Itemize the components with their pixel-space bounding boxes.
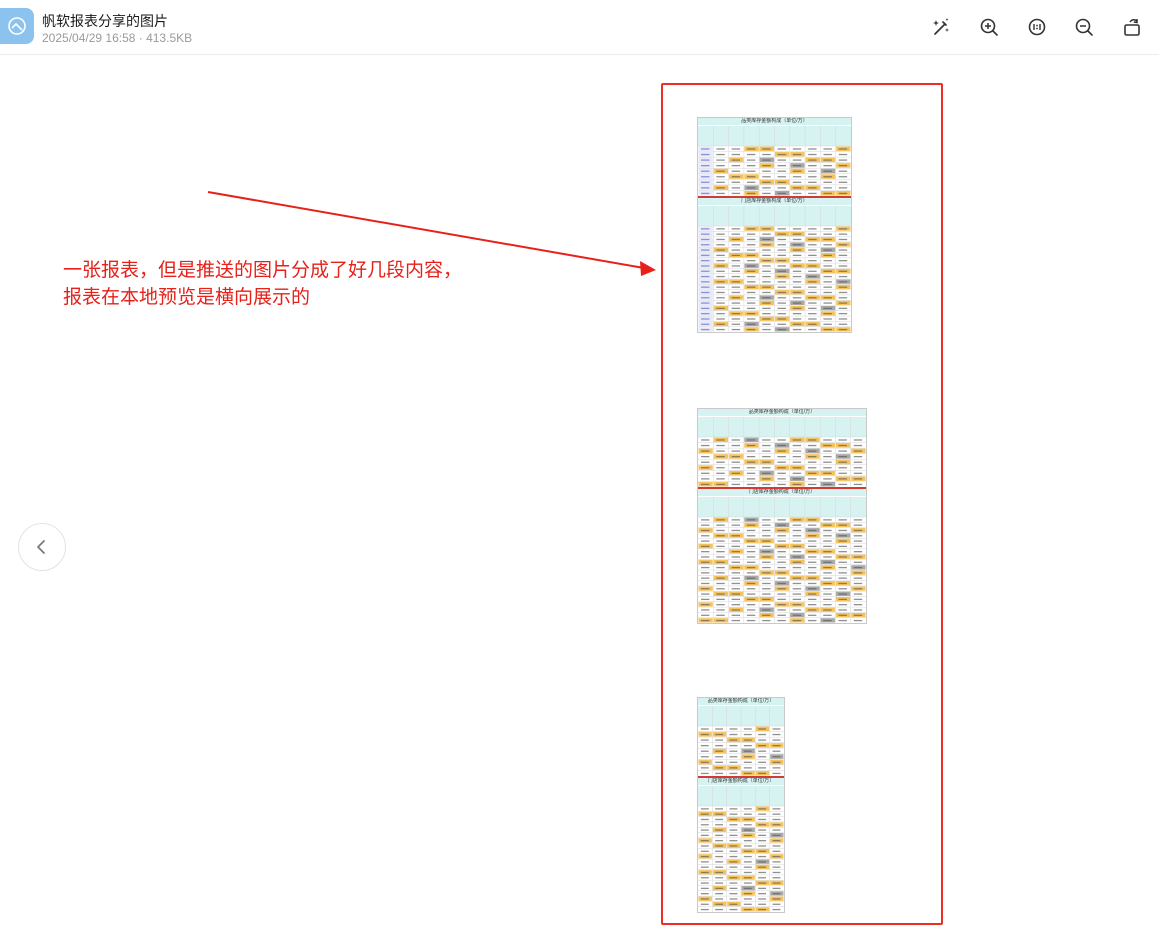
segment-3-table — [698, 706, 784, 912]
segment-2-title-bottom: 门店库存金额构成（单位/万） — [698, 489, 866, 496]
segment-3-title-bottom: 门店库存金额构成（单位/万） — [698, 778, 784, 785]
report-segment-3: 品类库存金额构成（单位/万） 门店库存金额构成（单位/万） — [697, 697, 785, 913]
segment-2-table — [698, 417, 866, 623]
segment-1-title-bottom: 门店库存金额构成（单位/万） — [698, 198, 851, 205]
report-segment-1: 品类库存金额构成（单位/万） 门店库存金额构成（单位/万） — [697, 117, 852, 333]
annotation-arrow — [207, 191, 656, 276]
report-segment-2: 品类库存金额构成（单位/万） 门店库存金额构成（单位/万） — [697, 408, 867, 624]
annotation-line-2: 报表在本地预览是横向展示的 — [63, 287, 311, 308]
segment-1-table — [698, 126, 851, 332]
annotation-line-1: 一张报表，但是推送的图片分成了好几段内容， — [63, 260, 463, 281]
annotation-text: 一张报表，但是推送的图片分成了好几段内容， 报表在本地预览是横向展示的 — [63, 257, 462, 311]
